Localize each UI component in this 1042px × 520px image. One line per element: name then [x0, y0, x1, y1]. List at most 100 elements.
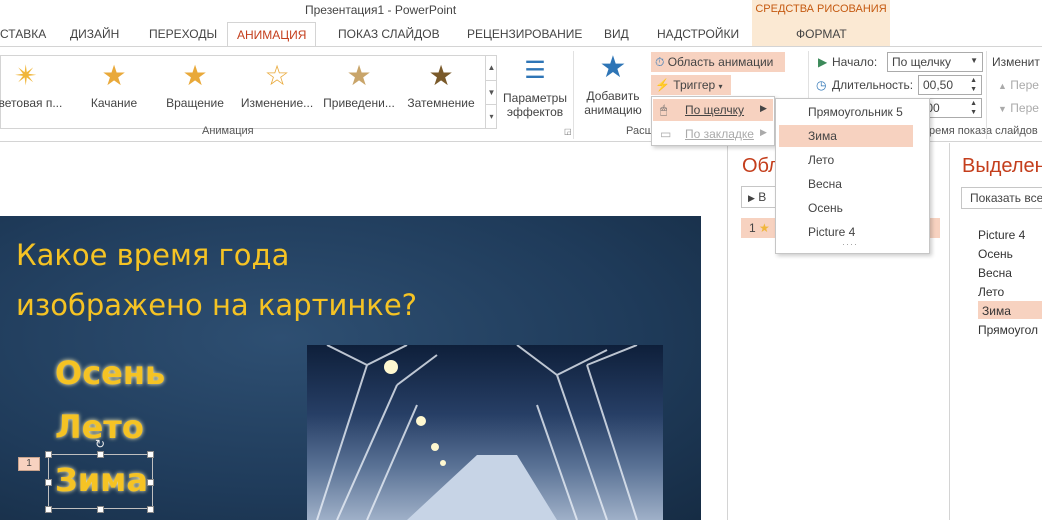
animation-order-tag[interactable]: 1 [18, 457, 40, 471]
resize-handle[interactable] [45, 506, 52, 513]
tab-review[interactable]: РЕЦЕНЗИРОВАНИЕ [467, 27, 582, 41]
add-animation-label-1: Добавить [586, 89, 640, 103]
selection-item[interactable]: Прямоугол [978, 323, 1038, 337]
gallery-item-darken[interactable]: ★ Затемнение [400, 60, 482, 110]
submenu-arrow-icon: ▶ [760, 127, 767, 137]
selection-item[interactable]: Лето [978, 285, 1004, 299]
selection-item[interactable]: Весна [978, 266, 1012, 280]
stepper-arrows-icon: ▲ ▼ [970, 77, 977, 93]
group-label-timing: ремя показа слайдов [929, 125, 1038, 137]
selection-pane: Выделен Показать все Picture 4 Осень Вес… [949, 143, 1042, 520]
add-animation-label-2: анимацию [584, 103, 642, 117]
submenu-item[interactable]: Весна [808, 177, 842, 191]
trigger-on-bookmark-item[interactable]: По закладке [685, 127, 754, 141]
group-label-advanced: Расш [626, 125, 654, 137]
submenu-arrow-icon: ▶ [760, 103, 767, 113]
selection-item[interactable]: Picture 4 [978, 228, 1025, 242]
resize-handle[interactable] [147, 479, 154, 486]
group-separator [573, 51, 574, 139]
trigger-label: Триггер [673, 78, 716, 92]
chevron-down-icon: ▼ [970, 56, 978, 65]
dialog-launcher-icon[interactable]: ◲ [564, 127, 572, 136]
tab-transitions[interactable]: ПЕРЕХОДЫ [149, 27, 217, 41]
tab-insert[interactable]: СТАВКА [0, 27, 46, 41]
resize-handle[interactable] [97, 451, 104, 458]
gallery-item-color-pulse[interactable]: ✴ Цветовая п... [0, 60, 67, 110]
star-darken-icon: ★ [428, 60, 454, 91]
triangle-up-icon: ▲ [998, 81, 1007, 91]
stepper-arrows-icon: ▲ ▼ [970, 100, 977, 116]
winter-alley-illustration [316, 344, 638, 520]
slide-title-line-1[interactable]: Какое время года [16, 238, 289, 272]
tab-design[interactable]: ДИЗАЙН [70, 27, 119, 41]
option-autumn[interactable]: Осень [55, 354, 165, 392]
reorder-label: Изменит [992, 55, 1040, 69]
tab-animations[interactable]: АНИМАЦИЯ [227, 22, 317, 48]
selected-shape-frame[interactable]: Зима ↻ [45, 437, 154, 513]
trigger-button[interactable]: ⚡ Триггер ▾ [651, 75, 731, 95]
duration-clock-icon: ◷ [816, 78, 827, 92]
trigger-on-click-item[interactable]: По щелчку [685, 103, 744, 117]
resize-grip-icon[interactable]: ···· [842, 239, 858, 249]
tab-add-ins[interactable]: НАДСТРОЙКИ [657, 27, 739, 41]
submenu-item[interactable]: Прямоугольник 5 [808, 105, 903, 119]
submenu-item-selected[interactable]: Зима [808, 129, 837, 143]
selection-item-selected[interactable]: Зима [982, 304, 1011, 318]
mouse-icon: 🖱 [660, 103, 668, 117]
animation-item-number: 1 [749, 221, 756, 235]
gallery-item-desaturate[interactable]: ★ Приведени... [318, 60, 400, 110]
triangle-down-icon: ▼ [998, 104, 1007, 114]
submenu-item[interactable]: Picture 4 [808, 225, 855, 239]
animation-pane-button[interactable]: ⏱ Область анимации [651, 52, 785, 72]
gallery-item-grow-shrink[interactable]: ☆ Изменение... [236, 60, 318, 110]
start-select[interactable]: По щелчку ▼ [887, 52, 983, 72]
resize-handle[interactable] [45, 479, 52, 486]
winter-night-photo[interactable] [307, 344, 663, 520]
start-label: Начало: [832, 55, 878, 69]
tab-slide-show[interactable]: ПОКАЗ СЛАЙДОВ [338, 27, 440, 41]
gallery-expand-button[interactable]: ▾ [485, 104, 497, 128]
gallery-item-label: Качание [90, 96, 138, 110]
submenu-item[interactable]: Осень [808, 201, 843, 215]
slide-title-line-2[interactable]: изображено на картинке? [16, 288, 417, 322]
submenu-item[interactable]: Лето [808, 153, 834, 167]
duration-stepper[interactable]: 00,50 ▲ ▼ [918, 75, 982, 95]
selection-item[interactable]: Осень [978, 247, 1013, 261]
gallery-item-label: Изменение... [240, 96, 314, 110]
star-color-pulse-icon: ✴ [14, 60, 38, 91]
group-label-animation: Анимация [202, 125, 254, 137]
animation-pane-label: Область анимации [667, 55, 774, 69]
slide-canvas: Какое время года изображено на картинке?… [0, 216, 701, 520]
effect-options-label-1: Параметры [503, 91, 567, 105]
dropdown-arrow-icon: ▾ [718, 82, 723, 91]
selection-pane-title: Выделен [962, 155, 1042, 177]
gallery-item-teeter[interactable]: ★ Качание [73, 60, 155, 110]
resize-handle[interactable] [147, 451, 154, 458]
star-spin-icon: ★ [182, 60, 208, 91]
gallery-scroll-up-button[interactable]: ▲ [485, 56, 497, 80]
option-winter[interactable]: Зима [55, 461, 148, 499]
add-animation-button[interactable]: ★ Добавить анимацию [578, 51, 648, 117]
resize-handle[interactable] [45, 451, 52, 458]
move-later-button[interactable]: ▼ Пере [998, 101, 1039, 115]
trigger-menu: 🖱 По щелчку ▶ ▭ По закладке ▶ [651, 96, 775, 146]
add-star-icon: ★ [599, 51, 627, 84]
move-earlier-label: Пере [1010, 78, 1039, 92]
bookmark-icon: ▭ [660, 127, 672, 141]
animation-pane-icon: ⏱ [655, 55, 665, 69]
duration-value: 00,50 [923, 78, 954, 92]
effect-options-button[interactable]: ☰ Параметры эффектов [502, 57, 568, 119]
resize-handle[interactable] [147, 506, 154, 513]
animation-gallery: ✴ Цветовая п... ★ Качание ★ Вращение ☆ И… [0, 55, 497, 129]
effect-options-label-2: эффектов [506, 105, 564, 119]
tab-view[interactable]: ВИД [604, 27, 629, 41]
gallery-scroll-down-button[interactable]: ▼ [485, 80, 497, 104]
start-select-value: По щелчку [892, 55, 952, 69]
resize-handle[interactable] [97, 506, 104, 513]
lightning-icon: ⚡ [655, 78, 670, 92]
gallery-item-spin[interactable]: ★ Вращение [154, 60, 236, 110]
show-all-button[interactable]: Показать все [961, 187, 1042, 209]
gallery-item-label: Затемнение [407, 96, 475, 110]
move-earlier-button[interactable]: ▲ Пере [998, 78, 1039, 92]
rotate-handle-icon[interactable]: ↻ [95, 437, 105, 451]
